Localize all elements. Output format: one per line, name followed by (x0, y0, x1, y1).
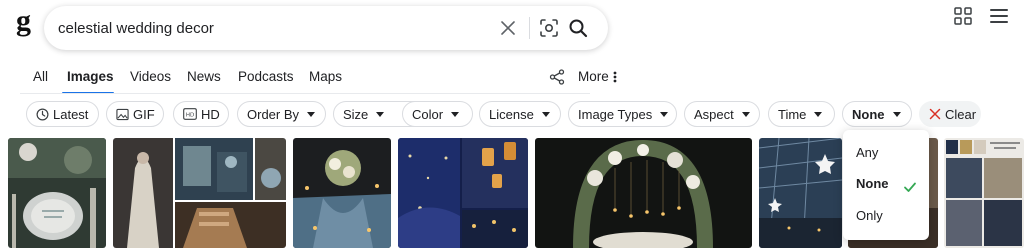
filter-label: Color (412, 106, 444, 122)
more-button[interactable]: More (578, 69, 617, 84)
brand-logo[interactable]: g (16, 6, 38, 38)
image-thumbnail (535, 138, 752, 248)
image-thumbnail (759, 138, 842, 248)
image-icon (116, 108, 129, 120)
image-result-table-setting[interactable] (8, 138, 106, 248)
search-button[interactable] (566, 16, 590, 40)
search-tabs: All Images Videos News Podcasts Maps (0, 60, 620, 94)
caret-down-icon (541, 111, 550, 117)
dropdown-option-any[interactable]: Any (856, 145, 878, 160)
tab-videos[interactable]: Videos (130, 69, 171, 84)
image-result-collage-gown[interactable] (113, 138, 286, 248)
image-thumbnail (113, 138, 286, 248)
tab-maps[interactable]: Maps (309, 69, 342, 84)
caret-down-icon (814, 111, 823, 117)
check-icon (904, 182, 916, 192)
filter-color[interactable]: Color (402, 101, 473, 127)
search-divider (529, 17, 530, 39)
image-thumbnail (8, 138, 106, 248)
filter-latest[interactable]: Latest (26, 101, 99, 127)
tab-news[interactable]: News (187, 69, 221, 84)
close-icon (929, 108, 941, 120)
apps-grid-button[interactable] (950, 4, 976, 28)
camera-lens-icon (540, 19, 558, 37)
search-icon (569, 19, 588, 38)
hd-icon: HD (183, 108, 197, 120)
image-thumbnail (293, 138, 391, 248)
tabs-divider (20, 93, 590, 94)
image-result-mood-board[interactable] (944, 138, 1024, 248)
tab-images[interactable]: Images (67, 69, 114, 84)
tab-all[interactable]: All (33, 69, 48, 84)
caret-down-icon (307, 111, 316, 117)
filter-bar: Latest GIF HD HD Order By Size Color Lic… (0, 101, 1024, 127)
tab-podcasts[interactable]: Podcasts (238, 69, 294, 84)
dropdown-option-none[interactable]: None (856, 176, 889, 191)
filter-label: Size (343, 106, 369, 122)
safe-search-dropdown: Any None Only (843, 130, 929, 240)
caret-down-icon (451, 111, 460, 117)
grid-icon (954, 7, 972, 25)
image-result-starry-lanterns[interactable] (398, 138, 528, 248)
clear-filters-button[interactable]: Clear (919, 101, 981, 127)
share-icon (549, 69, 565, 85)
close-icon (501, 21, 515, 35)
image-thumbnail (398, 138, 528, 248)
filter-label: None (852, 106, 885, 122)
caret-down-icon (376, 111, 385, 117)
filter-label: Clear (945, 106, 977, 122)
visual-search-button[interactable] (537, 16, 561, 40)
filter-gif[interactable]: GIF (106, 101, 164, 127)
svg-text:HD: HD (186, 112, 194, 118)
caret-down-icon (892, 111, 901, 117)
image-result-glass-tent[interactable] (759, 138, 842, 248)
filter-aspect[interactable]: Aspect (684, 101, 760, 127)
clock-icon (36, 108, 49, 120)
hamburger-icon (990, 9, 1008, 23)
caret-down-icon (741, 111, 750, 117)
filter-label: Aspect (694, 106, 734, 122)
filter-label: License (489, 106, 534, 122)
filter-order-by[interactable]: Order By (237, 101, 326, 127)
share-button[interactable] (548, 68, 566, 86)
image-result-blue-tablescape[interactable] (293, 138, 391, 248)
filter-image-types[interactable]: Image Types (568, 101, 677, 127)
search-box[interactable] (44, 6, 608, 50)
filter-license[interactable]: License (479, 101, 561, 127)
clear-search-button[interactable] (496, 16, 520, 40)
search-input[interactable] (58, 6, 478, 50)
more-label: More (578, 69, 609, 84)
filter-time[interactable]: Time (768, 101, 835, 127)
dropdown-option-only[interactable]: Only (856, 208, 883, 223)
filter-label: Time (778, 106, 807, 122)
image-thumbnail (944, 138, 1024, 248)
filter-label: HD (201, 106, 220, 122)
filter-safe-search[interactable]: None (842, 101, 912, 127)
filter-hd[interactable]: HD HD (173, 101, 229, 127)
main-menu-button[interactable] (986, 4, 1012, 28)
filter-label: Latest (53, 106, 89, 122)
image-result-floral-arch[interactable] (535, 138, 752, 248)
vertical-dots-icon (613, 71, 617, 82)
caret-down-icon (660, 111, 669, 117)
filter-label: Image Types (578, 106, 653, 122)
filter-label: Order By (247, 106, 300, 122)
filter-label: GIF (133, 106, 155, 122)
